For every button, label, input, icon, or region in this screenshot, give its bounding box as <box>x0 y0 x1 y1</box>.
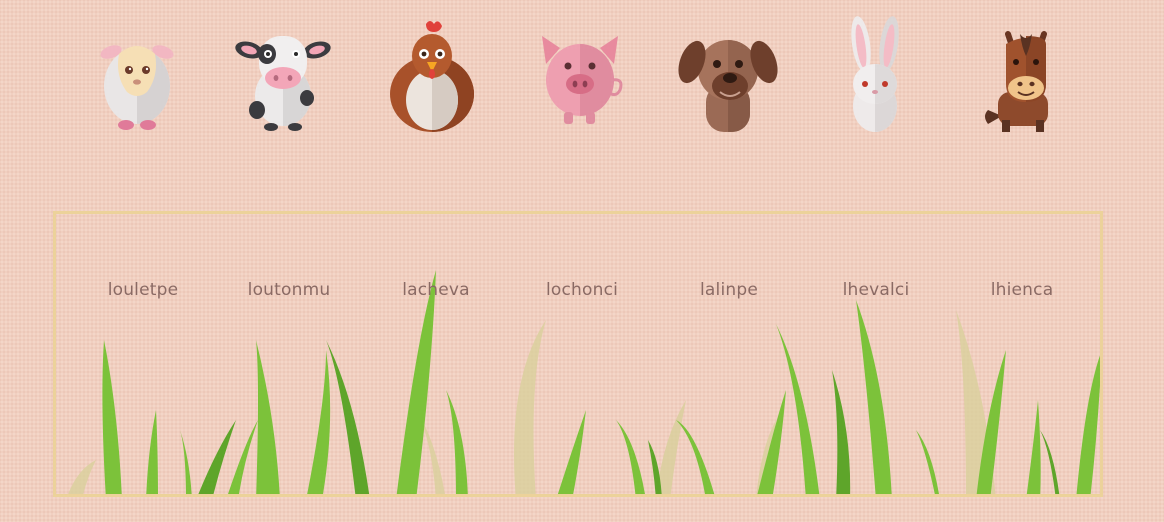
slot-label-4[interactable]: lochonci <box>522 280 642 300</box>
hen-icon <box>390 21 474 132</box>
sheep-card[interactable] <box>77 14 197 138</box>
slot-label-5[interactable]: lalinpe <box>669 280 789 300</box>
slot-label-3[interactable]: lacheva <box>376 280 496 300</box>
slot-label-6[interactable]: lhevalci <box>816 280 936 300</box>
rabbit-card[interactable] <box>815 14 935 138</box>
slot-label-7[interactable]: lhienca <box>962 280 1082 300</box>
label-slots: louletpe loutonmu lacheva lochonci lalin… <box>56 214 1100 494</box>
rabbit-icon <box>851 16 899 132</box>
horse-card[interactable] <box>966 14 1086 138</box>
pig-icon <box>542 36 623 124</box>
cow-icon <box>235 36 331 131</box>
dog-icon <box>678 40 778 132</box>
dog-card[interactable] <box>668 14 788 138</box>
drop-zone-board: louletpe loutonmu lacheva lochonci lalin… <box>53 211 1103 497</box>
slot-label-1[interactable]: louletpe <box>83 280 203 300</box>
slot-label-2[interactable]: loutonmu <box>229 280 349 300</box>
hen-card[interactable] <box>372 14 492 138</box>
cow-card[interactable] <box>223 14 343 138</box>
pig-card[interactable] <box>520 14 640 138</box>
animal-cards-row <box>0 0 1164 150</box>
horse-icon <box>985 31 1048 132</box>
sheep-icon <box>100 45 174 130</box>
